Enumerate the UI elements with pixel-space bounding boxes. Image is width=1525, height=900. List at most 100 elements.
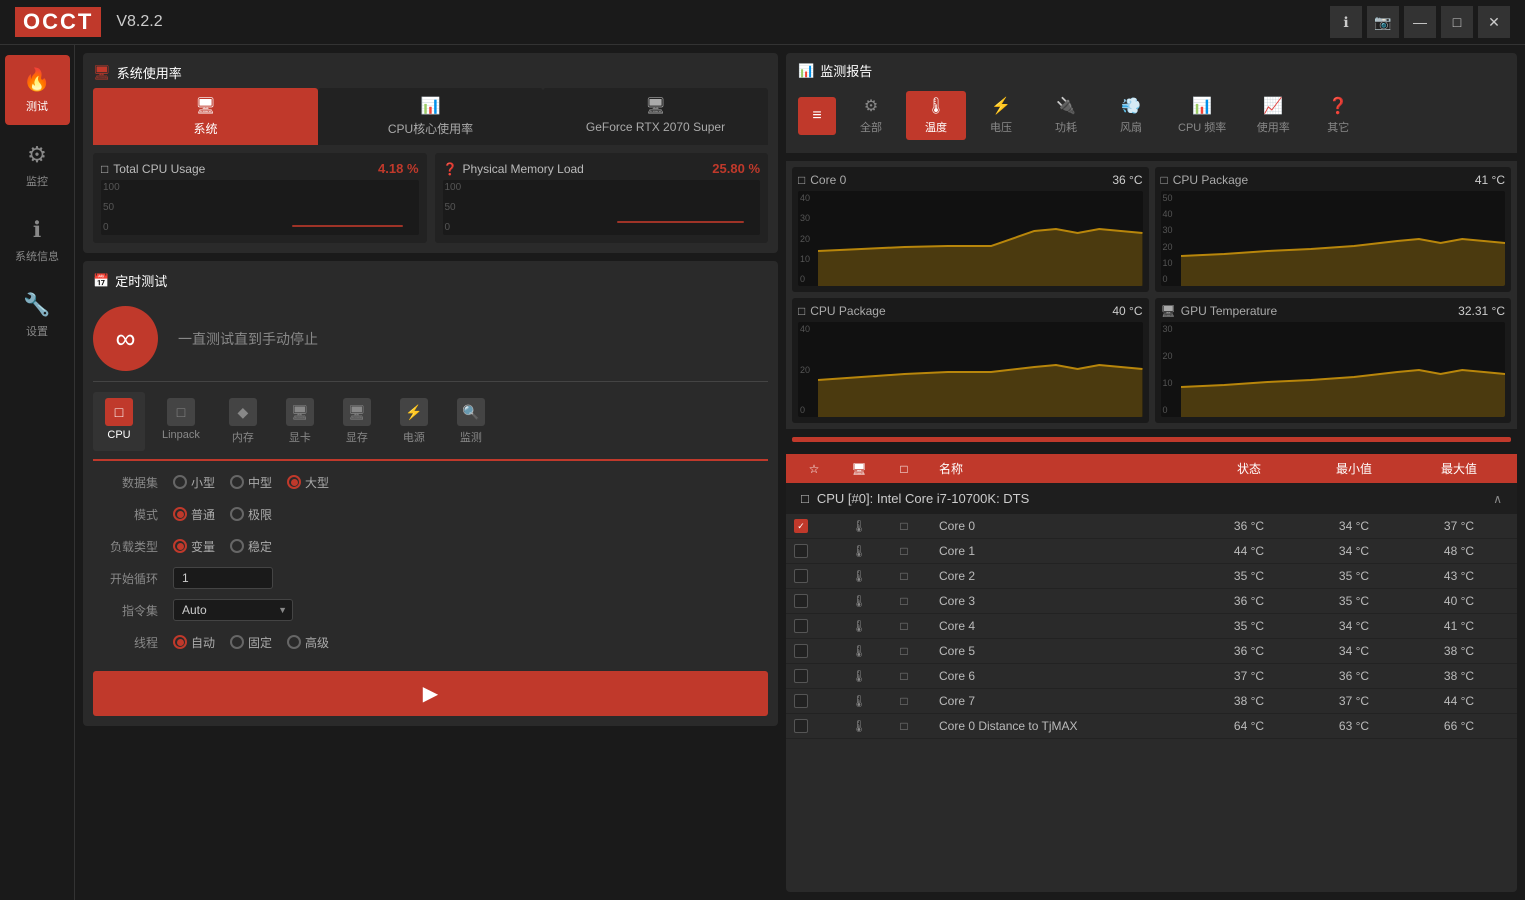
close-button[interactable]: ✕	[1478, 6, 1510, 38]
test-tab-monitor[interactable]: 🔍 监测	[445, 392, 497, 451]
tab-system[interactable]: 🖥 系统	[93, 88, 318, 145]
sidebar-label-monitor: 监控	[26, 173, 48, 189]
table-row: 🌡 □ Core 0 Distance to TjMAX 64 °C 63 °C…	[786, 714, 1517, 739]
monitor-tab-fan[interactable]: 💨 风扇	[1101, 91, 1161, 140]
table-row: 🌡 □ Core 3 36 °C 35 °C 40 °C	[786, 589, 1517, 614]
expand-icon[interactable]: ∧	[1493, 492, 1502, 506]
scheduled-header: 📅 定时测试	[93, 271, 768, 290]
table-row: 🌡 □ Core 0 36 °C 34 °C 37 °C	[786, 514, 1517, 539]
cpu-usage-metric: □ Total CPU Usage 4.18 % 100 50	[93, 153, 427, 243]
row-max-2: 43 °C	[1409, 569, 1509, 583]
dataset-small[interactable]: 小型	[173, 474, 215, 491]
monitor-tab-other[interactable]: ❓ 其它	[1308, 91, 1368, 140]
gpu1-tab-label: 显卡	[289, 429, 311, 445]
cpu-package2-header: □ CPU Package 40 °C	[798, 304, 1143, 318]
instruction-set-select[interactable]: Auto	[173, 599, 293, 621]
row-checkbox-0[interactable]	[794, 519, 834, 533]
scheduled-body: ∞ 一直测试直到手动停止	[93, 296, 768, 382]
info-button[interactable]: ℹ	[1330, 6, 1362, 38]
dataset-radio-group: 小型 中型 大型	[173, 474, 329, 491]
instruction-set-label: 指令集	[93, 602, 158, 619]
load-variable[interactable]: 变量	[173, 538, 215, 555]
load-variable-label: 变量	[191, 538, 215, 555]
row-min-2: 35 °C	[1304, 569, 1404, 583]
row-temp-icon-0: 🌡	[839, 519, 879, 533]
monitor-tab-voltage[interactable]: ⚡ 电压	[971, 91, 1031, 140]
row-checkbox-2[interactable]	[794, 569, 834, 583]
threads-row: 线程 自动 固定 高级	[93, 629, 768, 655]
cpu-package2-icon: □	[798, 304, 805, 318]
mode-normal[interactable]: 普通	[173, 506, 215, 523]
gpu2-tab-icon-box: 🖥	[343, 398, 371, 426]
mode-label: 模式	[93, 506, 158, 523]
row-name-3: Core 3	[929, 594, 1194, 608]
sidebar-item-settings[interactable]: 🔧 设置	[5, 280, 70, 350]
content-area: 🖥 系统使用率 🖥 系统 📊 CPU核心使用率 🖥 GeForce RTX 20…	[75, 45, 1525, 900]
threads-advanced[interactable]: 高级	[287, 634, 329, 651]
row-min-1: 34 °C	[1304, 544, 1404, 558]
row-checkbox-5[interactable]	[794, 644, 834, 658]
monitor-tab-cpufreq[interactable]: 📊 CPU 频率	[1166, 91, 1238, 140]
load-stable[interactable]: 稳定	[230, 538, 272, 555]
test-tab-cpu[interactable]: □ CPU	[93, 392, 145, 451]
checkbox-4	[794, 619, 808, 633]
dataset-label: 数据集	[93, 474, 158, 491]
gpu1-tab-icon-box: 🖥	[286, 398, 314, 426]
tab-cpu-core[interactable]: 📊 CPU核心使用率	[318, 88, 543, 145]
row-checkbox-8[interactable]	[794, 719, 834, 733]
row-name-1: Core 1	[929, 544, 1194, 558]
start-button[interactable]: ▶	[93, 671, 768, 716]
cpu-tab-label: CPU	[107, 429, 130, 441]
test-tab-gpu2[interactable]: 🖥 显存	[331, 392, 383, 451]
infinity-button[interactable]: ∞	[93, 306, 158, 371]
row-checkbox-6[interactable]	[794, 669, 834, 683]
test-tab-memory[interactable]: ◆ 内存	[217, 392, 269, 451]
monitor-tab-usage[interactable]: 📈 使用率	[1243, 91, 1303, 140]
test-tab-linpack[interactable]: □ Linpack	[150, 392, 212, 451]
system-usage-header: 🖥 系统使用率	[93, 63, 768, 82]
sidebar-item-sysinfo[interactable]: ℹ 系统信息	[5, 205, 70, 275]
mode-normal-radio	[173, 507, 187, 521]
dataset-large[interactable]: 大型	[287, 474, 329, 491]
core0-label: Core 0	[810, 173, 846, 187]
gpu-temp-label: GPU Temperature	[1181, 304, 1278, 318]
monitor-report-icon: 📊	[798, 63, 814, 79]
dataset-medium[interactable]: 中型	[230, 474, 272, 491]
monitor-tab-power[interactable]: 🔌 功耗	[1036, 91, 1096, 140]
sidebar-item-monitor[interactable]: ⚙ 监控	[5, 130, 70, 200]
row-min-6: 36 °C	[1304, 669, 1404, 683]
start-cycle-input[interactable]	[173, 567, 273, 589]
gpu-temp-header: 🖥 GPU Temperature 32.31 °C	[1161, 304, 1506, 318]
row-graph-icon-0: □	[884, 519, 924, 533]
row-status-1: 44 °C	[1199, 544, 1299, 558]
power-tab-label: 电源	[403, 429, 425, 445]
row-checkbox-7[interactable]	[794, 694, 834, 708]
dataset-small-radio	[173, 475, 187, 489]
minimize-button[interactable]: —	[1404, 6, 1436, 38]
row-checkbox-3[interactable]	[794, 594, 834, 608]
monitor-tab-label: 监测	[460, 429, 482, 445]
row-temp-icon-5: 🌡	[839, 644, 879, 658]
sidebar-item-test[interactable]: 🔥 测试	[5, 55, 70, 125]
test-tab-power[interactable]: ⚡ 电源	[388, 392, 440, 451]
maximize-button[interactable]: □	[1441, 6, 1473, 38]
row-max-0: 37 °C	[1409, 519, 1509, 533]
threads-fixed[interactable]: 固定	[230, 634, 272, 651]
monitor-tab-temp[interactable]: 🌡 温度	[906, 91, 966, 140]
screenshot-button[interactable]: 📷	[1367, 6, 1399, 38]
row-checkbox-4[interactable]	[794, 619, 834, 633]
tab-gpu[interactable]: 🖥 GeForce RTX 2070 Super	[543, 88, 768, 145]
cpu-chart-labels: 100 50 0	[103, 180, 120, 235]
sidebar: 🔥 测试 ⚙ 监控 ℹ 系统信息 🔧 设置	[0, 45, 75, 900]
monitor-menu-button[interactable]: ≡	[798, 97, 836, 135]
power-tab-icon-box: ⚡	[400, 398, 428, 426]
row-max-4: 41 °C	[1409, 619, 1509, 633]
mode-radio-group: 普通 极限	[173, 506, 272, 523]
test-tab-gpu1[interactable]: 🖥 显卡	[274, 392, 326, 451]
mode-extreme[interactable]: 极限	[230, 506, 272, 523]
row-checkbox-1[interactable]	[794, 544, 834, 558]
threads-auto[interactable]: 自动	[173, 634, 215, 651]
scheduled-icon: 📅	[93, 273, 109, 289]
monitor-tab-all[interactable]: ⚙ 全部	[841, 91, 901, 140]
core0-chart-area: 403020100	[798, 191, 1143, 286]
